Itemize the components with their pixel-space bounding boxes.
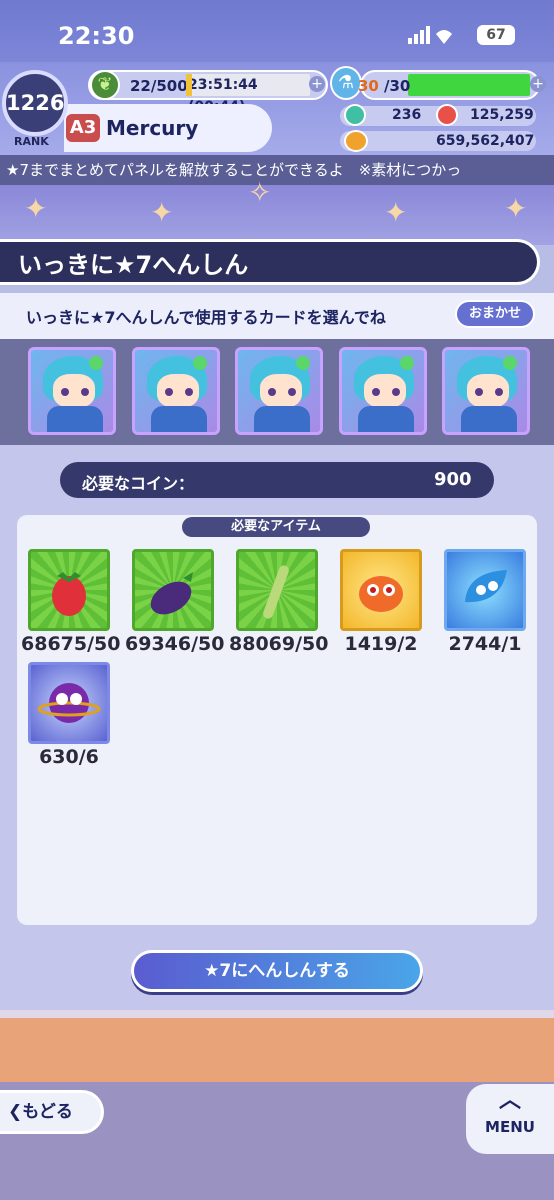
coin-count: 659,562,407 [436, 133, 535, 149]
stamina-fill [186, 74, 192, 96]
blue-puyo-icon[interactable] [444, 549, 526, 631]
news-ticker: ★7までまとめてパネルを解放することができるよ ※素材につかっ [0, 155, 554, 185]
gem-icon [344, 104, 366, 126]
card-slot[interactable] [235, 347, 323, 435]
grade-badge: A3 [66, 114, 100, 142]
add-potion-button[interactable]: + [530, 76, 546, 92]
item-qty: 68675/50 [21, 633, 121, 655]
required-items-header: 必要なアイテム [182, 517, 370, 537]
menu-label: MENU [485, 1118, 535, 1136]
decor-star-icon: ✦ [150, 196, 174, 229]
player-name: Mercury [106, 116, 199, 140]
status-time: 22:30 [58, 22, 135, 50]
purple-puyo-icon[interactable] [28, 662, 110, 744]
chevron-up-icon: ︿ [498, 1088, 521, 1113]
card-slot[interactable] [339, 347, 427, 435]
item-qty: 88069/50 [229, 633, 329, 655]
rank-badge: 1226 [2, 70, 68, 136]
chevron-left-icon: ❮ [8, 1102, 23, 1122]
stamina-value: 22/500 [130, 77, 188, 95]
page-title: いっきに★7へんしん [18, 251, 249, 279]
battery-icon: 67 [477, 25, 515, 45]
banner-art [0, 185, 554, 245]
ruby-icon [436, 104, 458, 126]
decor-star-icon: ✦ [384, 196, 408, 229]
bottom-strip [0, 1010, 554, 1082]
decor-star-icon: ✧ [248, 176, 272, 209]
stamina-leaf-icon: ❦ [90, 70, 120, 100]
decor-star-icon: ✦ [24, 192, 48, 225]
item-qty: 69346/50 [125, 633, 225, 655]
asparagus-icon[interactable] [236, 549, 318, 631]
back-label: もどる [22, 1102, 73, 1122]
item-qty: 2744/1 [448, 633, 522, 655]
item-qty: 630/6 [39, 746, 99, 768]
transform-button[interactable]: ★7にへんしんする [131, 950, 423, 992]
strawberry-icon[interactable] [28, 549, 110, 631]
card-slot[interactable] [442, 347, 530, 435]
card-slot[interactable] [132, 347, 220, 435]
item-qty: 1419/2 [344, 633, 418, 655]
potion-max: /30 [384, 77, 411, 95]
coin-icon [344, 130, 368, 152]
potion-current: 30 [358, 77, 379, 95]
required-coin-value: 900 [434, 469, 472, 490]
stamina-timer: 23:51:44 (00:44) [186, 74, 310, 115]
gem-count: 236 [392, 107, 422, 123]
menu-button[interactable]: ︿ MENU [466, 1084, 554, 1154]
back-button[interactable]: ❮もどる [0, 1090, 104, 1134]
rank-label: RANK [14, 135, 49, 148]
signal-icon [408, 26, 468, 50]
instruction-text: いっきに★7へんしんで使用するカードを選んでね [26, 308, 386, 327]
card-slot[interactable] [28, 347, 116, 435]
auto-select-button[interactable]: おまかせ [455, 300, 535, 328]
decor-star-icon: ✦ [504, 192, 528, 225]
ruby-count: 125,259 [470, 107, 534, 123]
eggplant-icon[interactable] [132, 549, 214, 631]
yellow-puyo-icon[interactable] [340, 549, 422, 631]
required-coin-label: 必要なコイン： [82, 474, 195, 493]
potion-fill [408, 74, 530, 96]
add-stamina-button[interactable]: + [309, 76, 325, 92]
